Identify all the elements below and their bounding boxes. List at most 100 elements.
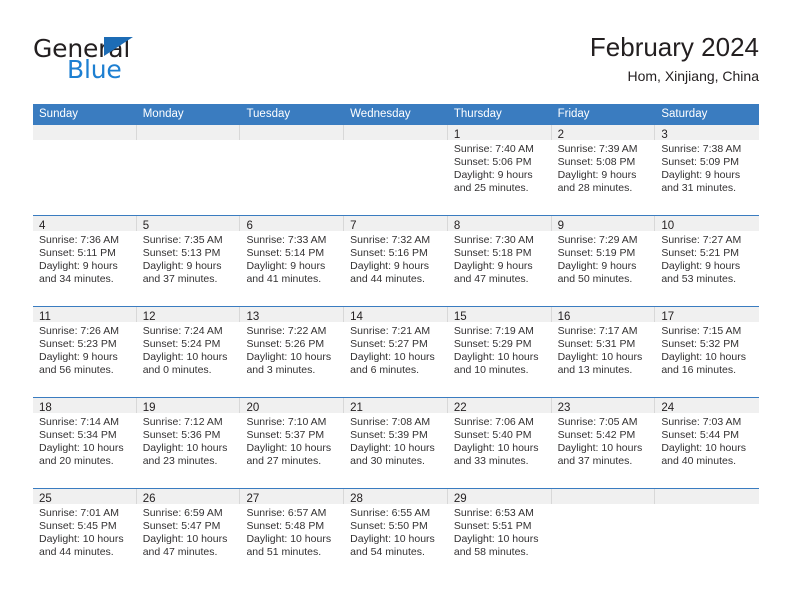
day-number-band: 3 bbox=[655, 125, 760, 141]
calendar-day-cell[interactable]: 24 Sunrise: 7:03 AM Sunset: 5:44 PM Dayligh… bbox=[655, 398, 760, 488]
calendar-week-cells: 18 Sunrise: 7:14 AM Sunset: 5:34 PM Dayligh… bbox=[33, 398, 760, 488]
day-number-band: 10 bbox=[655, 216, 760, 232]
day-number-band: 29 bbox=[447, 489, 552, 505]
sunrise-text: Sunrise: 7:19 AM bbox=[453, 325, 534, 337]
sunset-text: Sunset: 5:09 PM bbox=[661, 156, 739, 169]
sunrise-text: Sunrise: 7:33 AM bbox=[246, 234, 327, 246]
daylight-text-line1: Daylight: 9 hours bbox=[453, 169, 533, 182]
calendar-day-cell[interactable]: 29 Sunrise: 6:53 AM Sunset: 5:51 PM Dayligh… bbox=[447, 489, 552, 579]
day-details: Sunrise: 7:35 AM Sunset: 5:13 PM Daylight:… bbox=[137, 231, 241, 286]
calendar-day-cell[interactable]: 28 Sunrise: 6:55 AM Sunset: 5:50 PM Dayligh… bbox=[344, 489, 448, 579]
day-number: 9 bbox=[557, 220, 564, 232]
day-number: 4 bbox=[39, 220, 46, 232]
calendar-day-cell[interactable]: 3 Sunrise: 7:38 AM Sunset: 5:09 PM Daylight… bbox=[655, 125, 760, 215]
calendar-day-cell[interactable]: 26 Sunrise: 6:59 AM Sunset: 5:47 PM Dayligh… bbox=[136, 489, 241, 579]
day-details: Sunrise: 6:59 AM Sunset: 5:47 PM Daylight:… bbox=[137, 504, 241, 559]
calendar-day-cell[interactable]: 11 Sunrise: 7:26 AM Sunset: 5:23 PM Dayligh… bbox=[33, 307, 137, 397]
calendar-page: General Blue February 2024 Hom, Xinjiang… bbox=[0, 0, 792, 612]
calendar-day-cell-empty bbox=[551, 489, 656, 579]
daylight-text-line2: and 20 minutes. bbox=[39, 455, 114, 468]
daylight-text-line1: Daylight: 10 hours bbox=[142, 533, 228, 546]
page-title: February 2024 bbox=[589, 32, 759, 62]
calendar-day-cell[interactable]: 4 Sunrise: 7:36 AM Sunset: 5:11 PM Daylight… bbox=[33, 216, 137, 306]
sunset-text: Sunset: 5:26 PM bbox=[246, 338, 325, 351]
sunrise-text: Sunrise: 7:29 AM bbox=[557, 234, 638, 246]
day-number: 7 bbox=[350, 220, 357, 232]
daylight-text-line1: Daylight: 10 hours bbox=[246, 351, 332, 364]
calendar-day-cell[interactable]: 14 Sunrise: 7:21 AM Sunset: 5:27 PM Dayligh… bbox=[344, 307, 448, 397]
daylight-text-line1: Daylight: 10 hours bbox=[453, 442, 539, 455]
daylight-text-line2: and 37 minutes. bbox=[142, 273, 218, 286]
calendar-day-cell[interactable]: 1 Sunrise: 7:40 AM Sunset: 5:06 PM Daylight… bbox=[447, 125, 552, 215]
day-number: 18 bbox=[39, 402, 52, 414]
sunset-text: Sunset: 5:27 PM bbox=[350, 338, 428, 351]
calendar-day-cell[interactable]: 12 Sunrise: 7:24 AM Sunset: 5:24 PM Dayligh… bbox=[136, 307, 241, 397]
day-number: 26 bbox=[142, 493, 156, 505]
calendar-day-cell[interactable]: 6 Sunrise: 7:33 AM Sunset: 5:14 PM Daylight… bbox=[240, 216, 345, 306]
day-number-band bbox=[33, 125, 137, 140]
daylight-text-line2: and 27 minutes. bbox=[246, 455, 322, 468]
day-number-band: 13 bbox=[240, 307, 345, 323]
calendar-day-cell[interactable]: 20 Sunrise: 7:10 AM Sunset: 5:37 PM Dayligh… bbox=[240, 398, 345, 488]
day-number-band: 17 bbox=[655, 307, 760, 323]
day-number: 1 bbox=[453, 129, 461, 141]
day-number-band: 7 bbox=[344, 216, 448, 232]
weekday-friday: Friday bbox=[557, 108, 590, 120]
calendar-week-row: 4 Sunrise: 7:36 AM Sunset: 5:11 PM Daylight… bbox=[33, 215, 760, 306]
day-details: Sunrise: 7:32 AM Sunset: 5:16 PM Daylight:… bbox=[344, 231, 448, 286]
calendar-day-cell[interactable]: 17 Sunrise: 7:15 AM Sunset: 5:32 PM Dayligh… bbox=[655, 307, 760, 397]
day-number-band: 23 bbox=[551, 398, 656, 414]
day-details: Sunrise: 7:15 AM Sunset: 5:32 PM Daylight:… bbox=[655, 322, 759, 377]
daylight-text-line1: Daylight: 9 hours bbox=[661, 260, 741, 273]
weekday-header-row: Sunday Monday Tuesday Wednesday Thursday… bbox=[33, 104, 759, 125]
weekday-monday: Monday bbox=[142, 108, 184, 120]
sunrise-text: Sunrise: 6:59 AM bbox=[142, 507, 223, 519]
calendar-day-cell[interactable]: 19 Sunrise: 7:12 AM Sunset: 5:36 PM Dayligh… bbox=[136, 398, 241, 488]
calendar-day-cell[interactable]: 16 Sunrise: 7:17 AM Sunset: 5:31 PM Dayligh… bbox=[551, 307, 656, 397]
calendar-day-cell-empty bbox=[136, 125, 241, 215]
calendar-day-cell[interactable]: 7 Sunrise: 7:32 AM Sunset: 5:16 PM Daylight… bbox=[344, 216, 448, 306]
calendar-day-cell[interactable]: 18 Sunrise: 7:14 AM Sunset: 5:34 PM Dayligh… bbox=[33, 398, 137, 488]
calendar-day-cell[interactable]: 15 Sunrise: 7:19 AM Sunset: 5:29 PM Dayligh… bbox=[447, 307, 552, 397]
page-header: General Blue February 2024 Hom, Xinjiang… bbox=[33, 30, 759, 96]
day-number: 8 bbox=[453, 220, 461, 232]
day-number: 23 bbox=[557, 402, 571, 414]
calendar-day-cell[interactable]: 22 Sunrise: 7:06 AM Sunset: 5:40 PM Dayligh… bbox=[447, 398, 552, 488]
day-number-band: 16 bbox=[551, 307, 656, 323]
day-details: Sunrise: 7:21 AM Sunset: 5:27 PM Daylight:… bbox=[344, 322, 448, 377]
sunset-text: Sunset: 5:24 PM bbox=[142, 338, 221, 351]
calendar-day-cell[interactable]: 5 Sunrise: 7:35 AM Sunset: 5:13 PM Daylight… bbox=[136, 216, 241, 306]
sunrise-text: Sunrise: 6:55 AM bbox=[350, 507, 431, 519]
daylight-text-line1: Daylight: 9 hours bbox=[661, 169, 741, 182]
sunset-text: Sunset: 5:21 PM bbox=[661, 247, 739, 260]
day-number-band: 8 bbox=[447, 216, 552, 232]
sunset-text: Sunset: 5:11 PM bbox=[39, 247, 116, 260]
calendar-day-cell[interactable]: 21 Sunrise: 7:08 AM Sunset: 5:39 PM Dayligh… bbox=[344, 398, 448, 488]
day-details: Sunrise: 7:17 AM Sunset: 5:31 PM Daylight:… bbox=[552, 322, 656, 377]
day-number: 19 bbox=[142, 402, 156, 414]
sunset-text: Sunset: 5:48 PM bbox=[246, 520, 325, 533]
calendar-day-cell[interactable]: 9 Sunrise: 7:29 AM Sunset: 5:19 PM Daylight… bbox=[551, 216, 656, 306]
calendar-day-cell[interactable]: 25 Sunrise: 7:01 AM Sunset: 5:45 PM Dayligh… bbox=[33, 489, 137, 579]
daylight-text-line2: and 0 minutes. bbox=[142, 364, 212, 377]
calendar-day-cell[interactable]: 23 Sunrise: 7:05 AM Sunset: 5:42 PM Dayligh… bbox=[551, 398, 656, 488]
day-number-band: 26 bbox=[136, 489, 241, 505]
daylight-text-line2: and 25 minutes. bbox=[453, 182, 529, 195]
day-details: Sunrise: 7:40 AM Sunset: 5:06 PM Daylight:… bbox=[448, 140, 552, 195]
day-number-band: 20 bbox=[240, 398, 345, 414]
calendar-day-cell[interactable]: 8 Sunrise: 7:30 AM Sunset: 5:18 PM Daylight… bbox=[447, 216, 552, 306]
calendar-day-cell[interactable]: 2 Sunrise: 7:39 AM Sunset: 5:08 PM Daylight… bbox=[551, 125, 656, 215]
day-number-band: 24 bbox=[655, 398, 760, 414]
calendar-day-cell[interactable]: 27 Sunrise: 6:57 AM Sunset: 5:48 PM Dayligh… bbox=[240, 489, 345, 579]
calendar-week-row: 25 Sunrise: 7:01 AM Sunset: 5:45 PM Dayligh… bbox=[33, 488, 760, 579]
calendar-day-cell[interactable]: 13 Sunrise: 7:22 AM Sunset: 5:26 PM Dayligh… bbox=[240, 307, 345, 397]
sunset-text: Sunset: 5:31 PM bbox=[557, 338, 636, 351]
calendar-grid: Sunday Monday Tuesday Wednesday Thursday… bbox=[33, 104, 760, 579]
day-details: Sunrise: 7:36 AM Sunset: 5:11 PM Daylight:… bbox=[33, 231, 137, 286]
calendar-day-cell[interactable]: 10 Sunrise: 7:27 AM Sunset: 5:21 PM Dayligh… bbox=[655, 216, 760, 306]
sunrise-text: Sunrise: 7:14 AM bbox=[39, 416, 119, 428]
day-details: Sunrise: 7:06 AM Sunset: 5:40 PM Daylight:… bbox=[448, 413, 552, 468]
day-details: Sunrise: 7:05 AM Sunset: 5:42 PM Daylight:… bbox=[552, 413, 656, 468]
calendar-day-cell-empty bbox=[655, 489, 760, 579]
day-details: Sunrise: 6:55 AM Sunset: 5:50 PM Daylight:… bbox=[344, 504, 448, 559]
